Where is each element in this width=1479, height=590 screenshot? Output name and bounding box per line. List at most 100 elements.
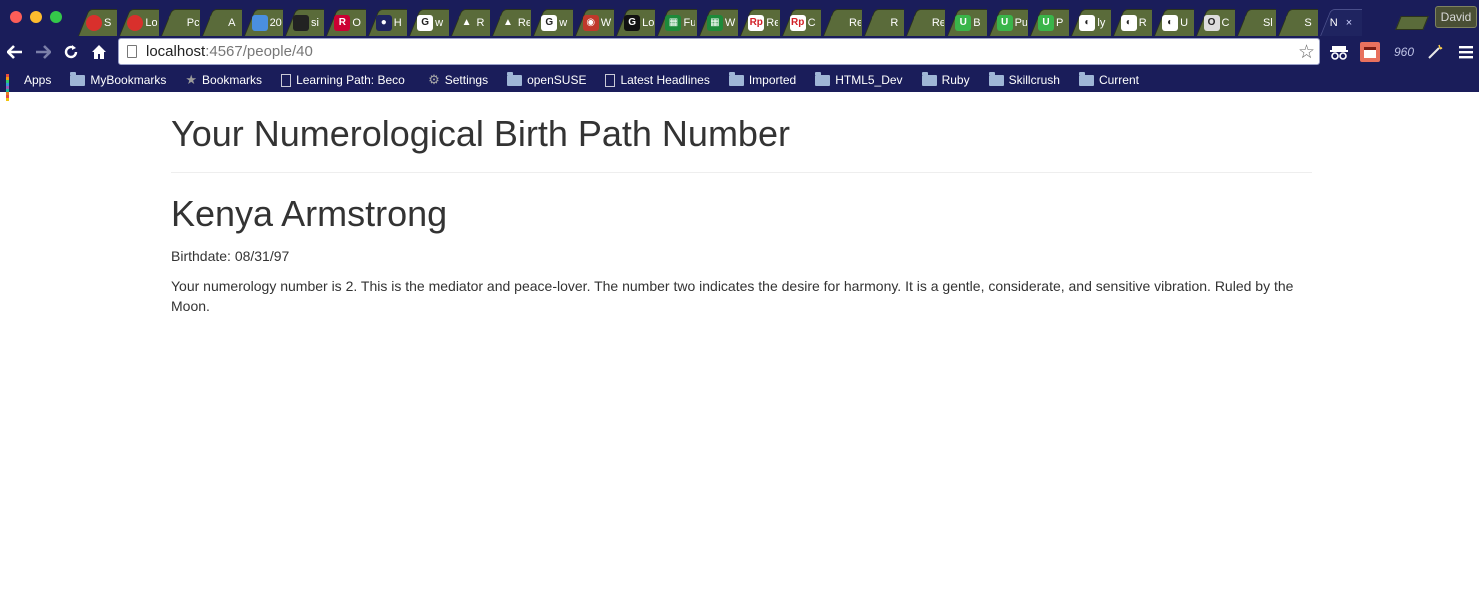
tab-title: C [1221,16,1230,29]
browser-tab[interactable]: OC [1194,9,1235,36]
zoom-window-button[interactable] [50,11,62,23]
blank-page-icon [168,14,185,31]
browser-tab[interactable]: Gw [531,9,572,36]
bookmark-item[interactable]: Apps [6,73,51,101]
browser-tab[interactable]: ◉ W [573,9,614,36]
tab-title: Re [517,16,530,29]
browser-tab[interactable]: Pc [159,9,200,36]
menu-icon[interactable] [1456,42,1476,62]
browser-tab[interactable]: Lo [117,9,158,36]
blank-page-icon [831,14,848,31]
bookmark-item[interactable]: ★ Bookmarks [185,72,262,88]
browser-tab[interactable]: ▲ R [449,9,490,36]
tab-title: w [435,16,444,29]
folder-icon [921,71,937,86]
browser-tab[interactable]: Re [821,9,862,36]
wand-icon[interactable] [1425,42,1445,62]
browser-tab[interactable]: ▲ Re [490,9,531,36]
bookmark-item[interactable]: Ruby [921,71,970,87]
browser-tab[interactable]: ▦ W [697,9,738,36]
bookmark-star-icon[interactable]: ☆ [1298,41,1315,64]
tab-title: N [1329,16,1338,29]
browser-tab[interactable]: ◐ U [1152,9,1193,36]
terminal-icon: ▦ [706,14,723,31]
reload-button[interactable] [59,40,83,64]
bookmark-label: Settings [444,73,489,87]
minimize-window-button[interactable] [30,11,42,23]
browser-tab[interactable]: RO [324,9,365,36]
bookmark-item[interactable]: Current [1078,71,1139,87]
blank-page-icon [1286,14,1303,31]
bookmark-item[interactable]: MyBookmarks [70,71,166,87]
tab-title: si [310,16,319,29]
reload-icon [64,45,78,59]
tab-title: Pu [1014,16,1027,29]
back-button[interactable] [3,40,27,64]
tab-title: Pc [186,16,199,29]
browser-tab[interactable]: UB [945,9,986,36]
tab-title: H [393,16,402,29]
incognito-icon[interactable] [1329,42,1349,62]
profile-name: David [1440,10,1472,24]
google-icon: G [541,14,558,31]
profile-button[interactable]: David [1435,6,1477,28]
tab-title: R [890,16,899,29]
bookmark-item[interactable]: Skillcrush [988,71,1060,87]
tab-close-icon[interactable]: × [1346,17,1352,29]
browser-tab[interactable]: Rp C [780,9,821,36]
browser-tab[interactable]: ▦ Fu [655,9,696,36]
page-content: Your Numerological Birth Path Number Ken… [171,92,1312,316]
browser-tab[interactable]: 20 [242,9,283,36]
url-host: localhost [146,43,206,60]
browser-tab[interactable]: S [76,9,117,36]
browser-tab[interactable]: G Lo [614,9,655,36]
blank-page-icon [1244,14,1261,31]
home-button[interactable] [87,40,111,64]
blank-page-icon [913,14,930,31]
tab-title: Lo [145,16,158,29]
tab-title: Sl [1262,16,1273,29]
bookmark-item[interactable]: Imported [728,71,796,87]
browser-tab[interactable]: ◐ ly [1069,9,1110,36]
url-text[interactable]: localhost:4567/people/40 [146,43,313,60]
browser-tab[interactable]: ● H [366,9,407,36]
browser-tab[interactable]: Gw [407,9,448,36]
tab-title: O [352,16,361,29]
tab-title: Re [849,16,862,29]
browser-tab[interactable]: N × [1318,9,1362,36]
bookmark-item[interactable]: ⚙ Settings [428,72,488,88]
bookmark-item[interactable]: Latest Headlines [605,73,710,87]
terminal-icon: ▦ [665,14,682,31]
google-icon: G [417,14,434,31]
browser-tab[interactable]: S [1276,9,1317,36]
page-icon [605,73,616,87]
tab-title: W [724,16,736,29]
960-icon[interactable]: 960 [1392,42,1416,62]
bookmark-item[interactable]: HTML5_Dev [815,71,903,87]
browser-tab[interactable]: R [862,9,903,36]
header-divider [171,172,1312,173]
bookmark-item[interactable]: Learning Path: Beco [281,73,409,87]
close-window-button[interactable] [10,11,22,23]
address-bar[interactable]: localhost:4567/people/40 ☆ [118,38,1320,65]
url-path: :4567/people/40 [205,43,313,60]
folder-icon [1078,71,1094,86]
bookmark-label: HTML5_Dev [835,73,903,87]
new-tab-button[interactable] [1395,16,1429,30]
tab-title: ly [1097,16,1106,29]
calendar-ext-icon[interactable] [1360,42,1380,62]
browser-tab[interactable]: A [200,9,241,36]
browser-tab[interactable]: si [283,9,324,36]
page-icon [281,73,292,87]
bookmark-item[interactable]: openSUSE [507,71,586,87]
rp-icon: Rp [748,14,765,31]
browser-tab[interactable]: Sl [1235,9,1276,36]
browser-toolbar: localhost:4567/people/40 ☆ 960 [0,36,1479,68]
browser-tab[interactable]: Re [904,9,945,36]
forward-button[interactable] [31,40,55,64]
browser-tab[interactable]: Rp Re [738,9,779,36]
browser-tab[interactable]: UP [1028,9,1069,36]
bookmark-label: Skillcrush [1008,73,1060,87]
browser-tab[interactable]: U Pu [987,9,1028,36]
browser-tab[interactable]: ◐ R [1111,9,1152,36]
